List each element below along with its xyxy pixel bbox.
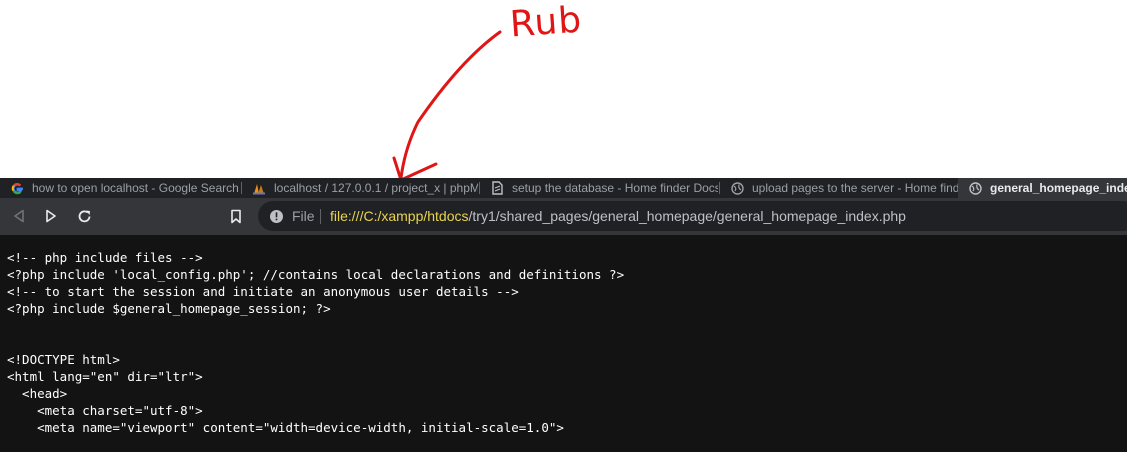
tab-label: upload pages to the server - Home finder [752, 181, 958, 195]
tab-phpmyadmin[interactable]: localhost / 127.0.0.1 / project_x | phpM… [242, 178, 478, 198]
url-highlight: file:///C:/xampp/htdocs [330, 208, 469, 224]
tab-setup-database[interactable]: setup the database - Home finder Docs [480, 178, 718, 198]
doc-icon [490, 181, 504, 195]
code-line: <!-- php include files --> [7, 250, 203, 265]
globe-icon [730, 181, 744, 195]
tab-upload-pages[interactable]: upload pages to the server - Home finder [720, 178, 958, 198]
code-line: <meta name="viewport" content="width=dev… [7, 420, 564, 435]
browser-toolbar: File file:///C:/xampp/htdocs/try1/shared… [0, 198, 1127, 235]
tab-label: setup the database - Home finder Docs [512, 181, 718, 195]
bookmark-icon [231, 209, 241, 223]
file-scheme-label: File [292, 208, 315, 224]
annotation-arrow [392, 30, 502, 182]
address-bar[interactable]: File file:///C:/xampp/htdocs/try1/shared… [258, 201, 1127, 231]
back-arrow-icon [14, 209, 24, 223]
google-icon [10, 181, 24, 195]
tab-label: general_homepage_index.php [990, 181, 1127, 195]
code-line: <html lang="en" dir="ltr"> [7, 369, 203, 384]
browser-tab-bar: how to open localhost - Google Search lo… [0, 178, 1127, 198]
code-line: <!DOCTYPE html> [7, 352, 120, 367]
forward-button[interactable] [41, 206, 61, 226]
url-text[interactable]: file:///C:/xampp/htdocs/try1/shared_page… [330, 208, 906, 224]
tab-general-homepage[interactable]: general_homepage_index.php [958, 178, 1127, 198]
code-line: <meta charset="utf-8"> [7, 403, 203, 418]
code-line: <?php include 'local_config.php'; //cont… [7, 267, 625, 282]
code-line: <!-- to start the session and initiate a… [7, 284, 519, 299]
source-code-view: <!-- php include files --> <?php include… [0, 235, 1127, 452]
forward-arrow-icon [46, 209, 56, 223]
globe-icon [968, 181, 982, 195]
address-separator [320, 209, 321, 224]
code-line: <head> [7, 386, 68, 401]
tab-label: localhost / 127.0.0.1 / project_x | phpM… [274, 181, 478, 195]
info-icon[interactable] [269, 209, 284, 224]
bookmark-button[interactable] [226, 206, 246, 226]
phpmyadmin-icon [252, 181, 266, 195]
back-button[interactable] [9, 206, 29, 226]
reload-icon [78, 209, 90, 222]
tab-label: how to open localhost - Google Search [32, 181, 239, 195]
annotation-area: Rub [0, 0, 1127, 182]
code-line: <?php include $general_homepage_session;… [7, 301, 331, 316]
tab-google-search[interactable]: how to open localhost - Google Search [0, 178, 240, 198]
reload-button[interactable] [74, 206, 94, 226]
url-path: /try1/shared_pages/general_homepage/gene… [468, 208, 906, 224]
